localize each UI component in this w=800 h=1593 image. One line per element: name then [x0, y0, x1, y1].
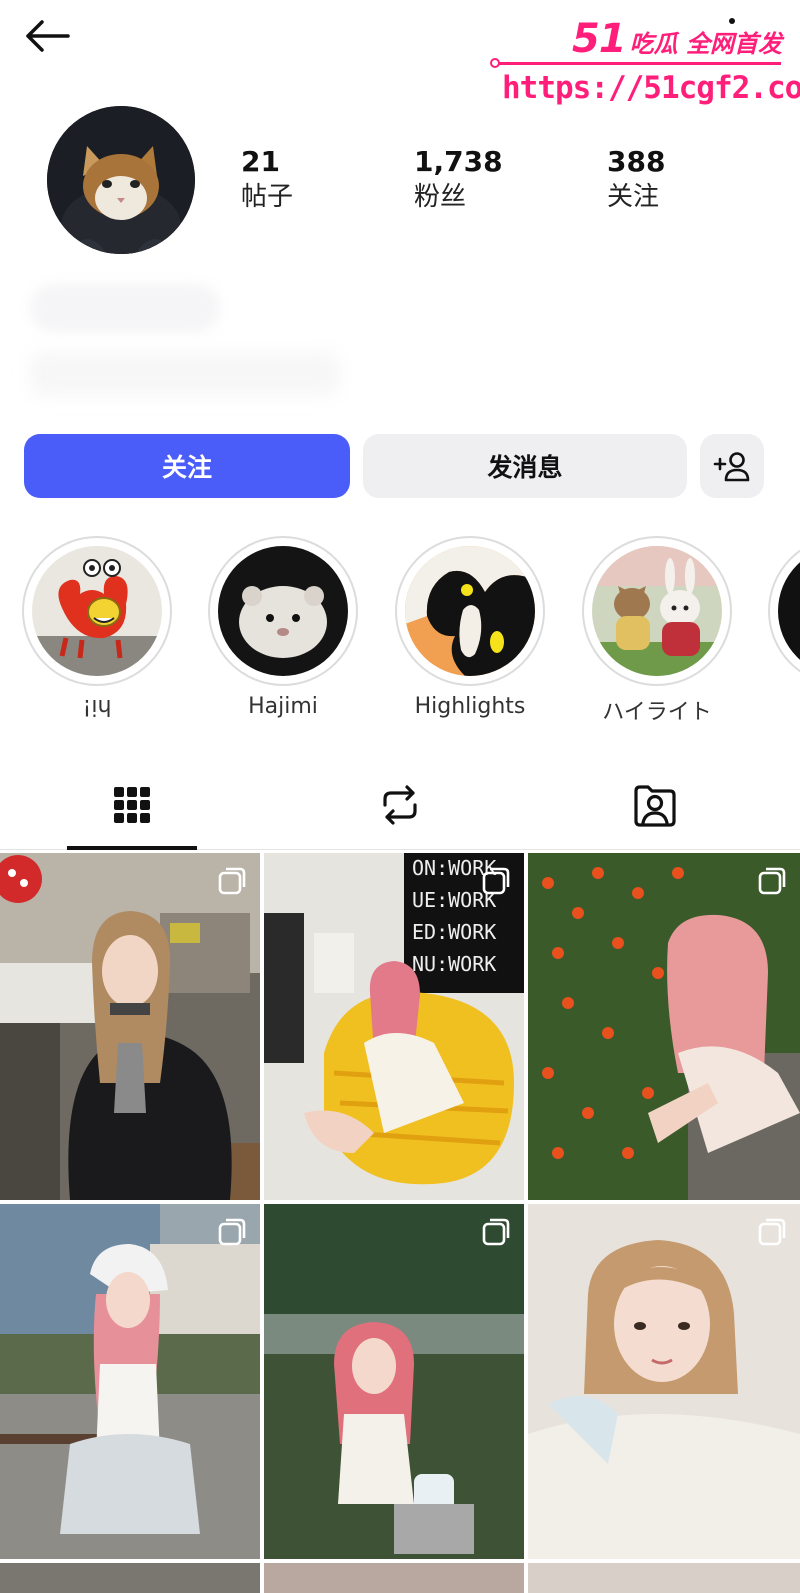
svg-text:ED:WORK: ED:WORK — [412, 920, 496, 944]
post-photo: ON:WORK UE:WORK ED:WORK NU:WORK — [264, 853, 524, 1200]
post-tile[interactable] — [0, 1563, 260, 1593]
grid-icon — [114, 787, 150, 823]
blurred-username — [30, 284, 220, 332]
tagged-icon — [634, 785, 676, 827]
message-button[interactable]: 发消息 — [363, 434, 687, 498]
highlight-cover — [32, 546, 162, 676]
post-tile[interactable] — [0, 1204, 260, 1559]
stat-posts[interactable]: 21 帖子 — [241, 144, 293, 214]
stat-posts-label: 帖子 — [241, 182, 294, 212]
watermark-brand: 51 吃瓜 全网首发 — [572, 16, 782, 62]
repost-icon — [383, 785, 417, 825]
highlight-label: hi! — [82, 694, 112, 719]
post-photo — [0, 1204, 260, 1559]
arrow-left-icon — [26, 20, 70, 52]
post-photo — [528, 853, 800, 1200]
post-photo — [528, 1204, 800, 1559]
highlight-ring — [22, 536, 172, 686]
stat-following-label: 关注 — [607, 182, 660, 212]
avatar[interactable] — [47, 106, 195, 254]
watermark-line — [496, 62, 781, 65]
cat-avatar-image — [47, 106, 195, 254]
highlight-label: Hajimi — [248, 694, 318, 719]
highlight-cover — [218, 546, 348, 676]
highlight-partial[interactable] — [768, 536, 800, 686]
tab-posts[interactable] — [67, 760, 197, 850]
active-tab-indicator — [67, 846, 197, 850]
post-tile[interactable] — [528, 853, 800, 1200]
watermark-url: https://51cgf2.com — [502, 70, 800, 106]
highlight-ring — [582, 536, 732, 686]
highlight-hi[interactable]: hi! — [22, 536, 172, 719]
highlight-ring — [208, 536, 358, 686]
highlight-cover — [592, 546, 722, 676]
post-photo — [264, 1204, 524, 1559]
back-button[interactable] — [22, 14, 72, 58]
blurred-bio — [30, 352, 340, 396]
watermark-line-dot — [490, 58, 500, 68]
post-tile[interactable]: ON:WORK UE:WORK ED:WORK NU:WORK — [264, 853, 524, 1200]
stat-posts-count: 21 — [241, 145, 280, 178]
highlight-cover — [778, 546, 800, 676]
highlight-japanese[interactable]: ハイライト — [582, 536, 732, 726]
watermark-slogan: 吃瓜 全网首发 — [629, 30, 782, 58]
multi-photo-icon — [758, 1218, 786, 1246]
post-tile[interactable] — [264, 1204, 524, 1559]
watermark: 51 吃瓜 全网首发 https://51cgf2.com — [490, 10, 800, 110]
watermark-number: 51 — [571, 16, 627, 62]
stat-followers[interactable]: 1,738 粉丝 — [414, 144, 503, 214]
stat-followers-count: 1,738 — [414, 145, 503, 178]
add-user-button[interactable] — [700, 434, 764, 498]
post-tile[interactable] — [528, 1204, 800, 1559]
stat-followers-label: 粉丝 — [414, 182, 467, 212]
svg-text:NU:WORK: NU:WORK — [412, 952, 496, 976]
highlight-label: ハイライト — [602, 700, 712, 725]
multi-photo-icon — [218, 1218, 246, 1246]
multi-photo-icon — [482, 1218, 510, 1246]
post-tile[interactable] — [264, 1563, 524, 1593]
tab-tagged[interactable] — [590, 760, 720, 850]
highlight-cover — [405, 546, 535, 676]
follow-button[interactable]: 关注 — [24, 434, 350, 498]
posts-grid: ON:WORK UE:WORK ED:WORK NU:WORK — [0, 853, 800, 1593]
tab-reposts[interactable] — [335, 760, 465, 850]
content-tabs — [0, 760, 800, 850]
highlight-label: Highlights — [414, 694, 526, 719]
post-tile[interactable] — [528, 1563, 800, 1593]
stat-following[interactable]: 388 关注 — [607, 144, 665, 214]
post-photo — [0, 853, 260, 1200]
highlight-ring — [768, 536, 800, 686]
highlight-hajimi[interactable]: Hajimi — [208, 536, 358, 719]
stat-following-count: 388 — [607, 145, 666, 178]
highlight-ring — [395, 536, 545, 686]
post-tile[interactable] — [0, 853, 260, 1200]
highlight-highlights[interactable]: Highlights — [395, 536, 545, 719]
multi-photo-icon — [482, 867, 510, 895]
add-user-icon — [713, 452, 750, 482]
multi-photo-icon — [758, 867, 786, 895]
multi-photo-icon — [218, 867, 246, 895]
